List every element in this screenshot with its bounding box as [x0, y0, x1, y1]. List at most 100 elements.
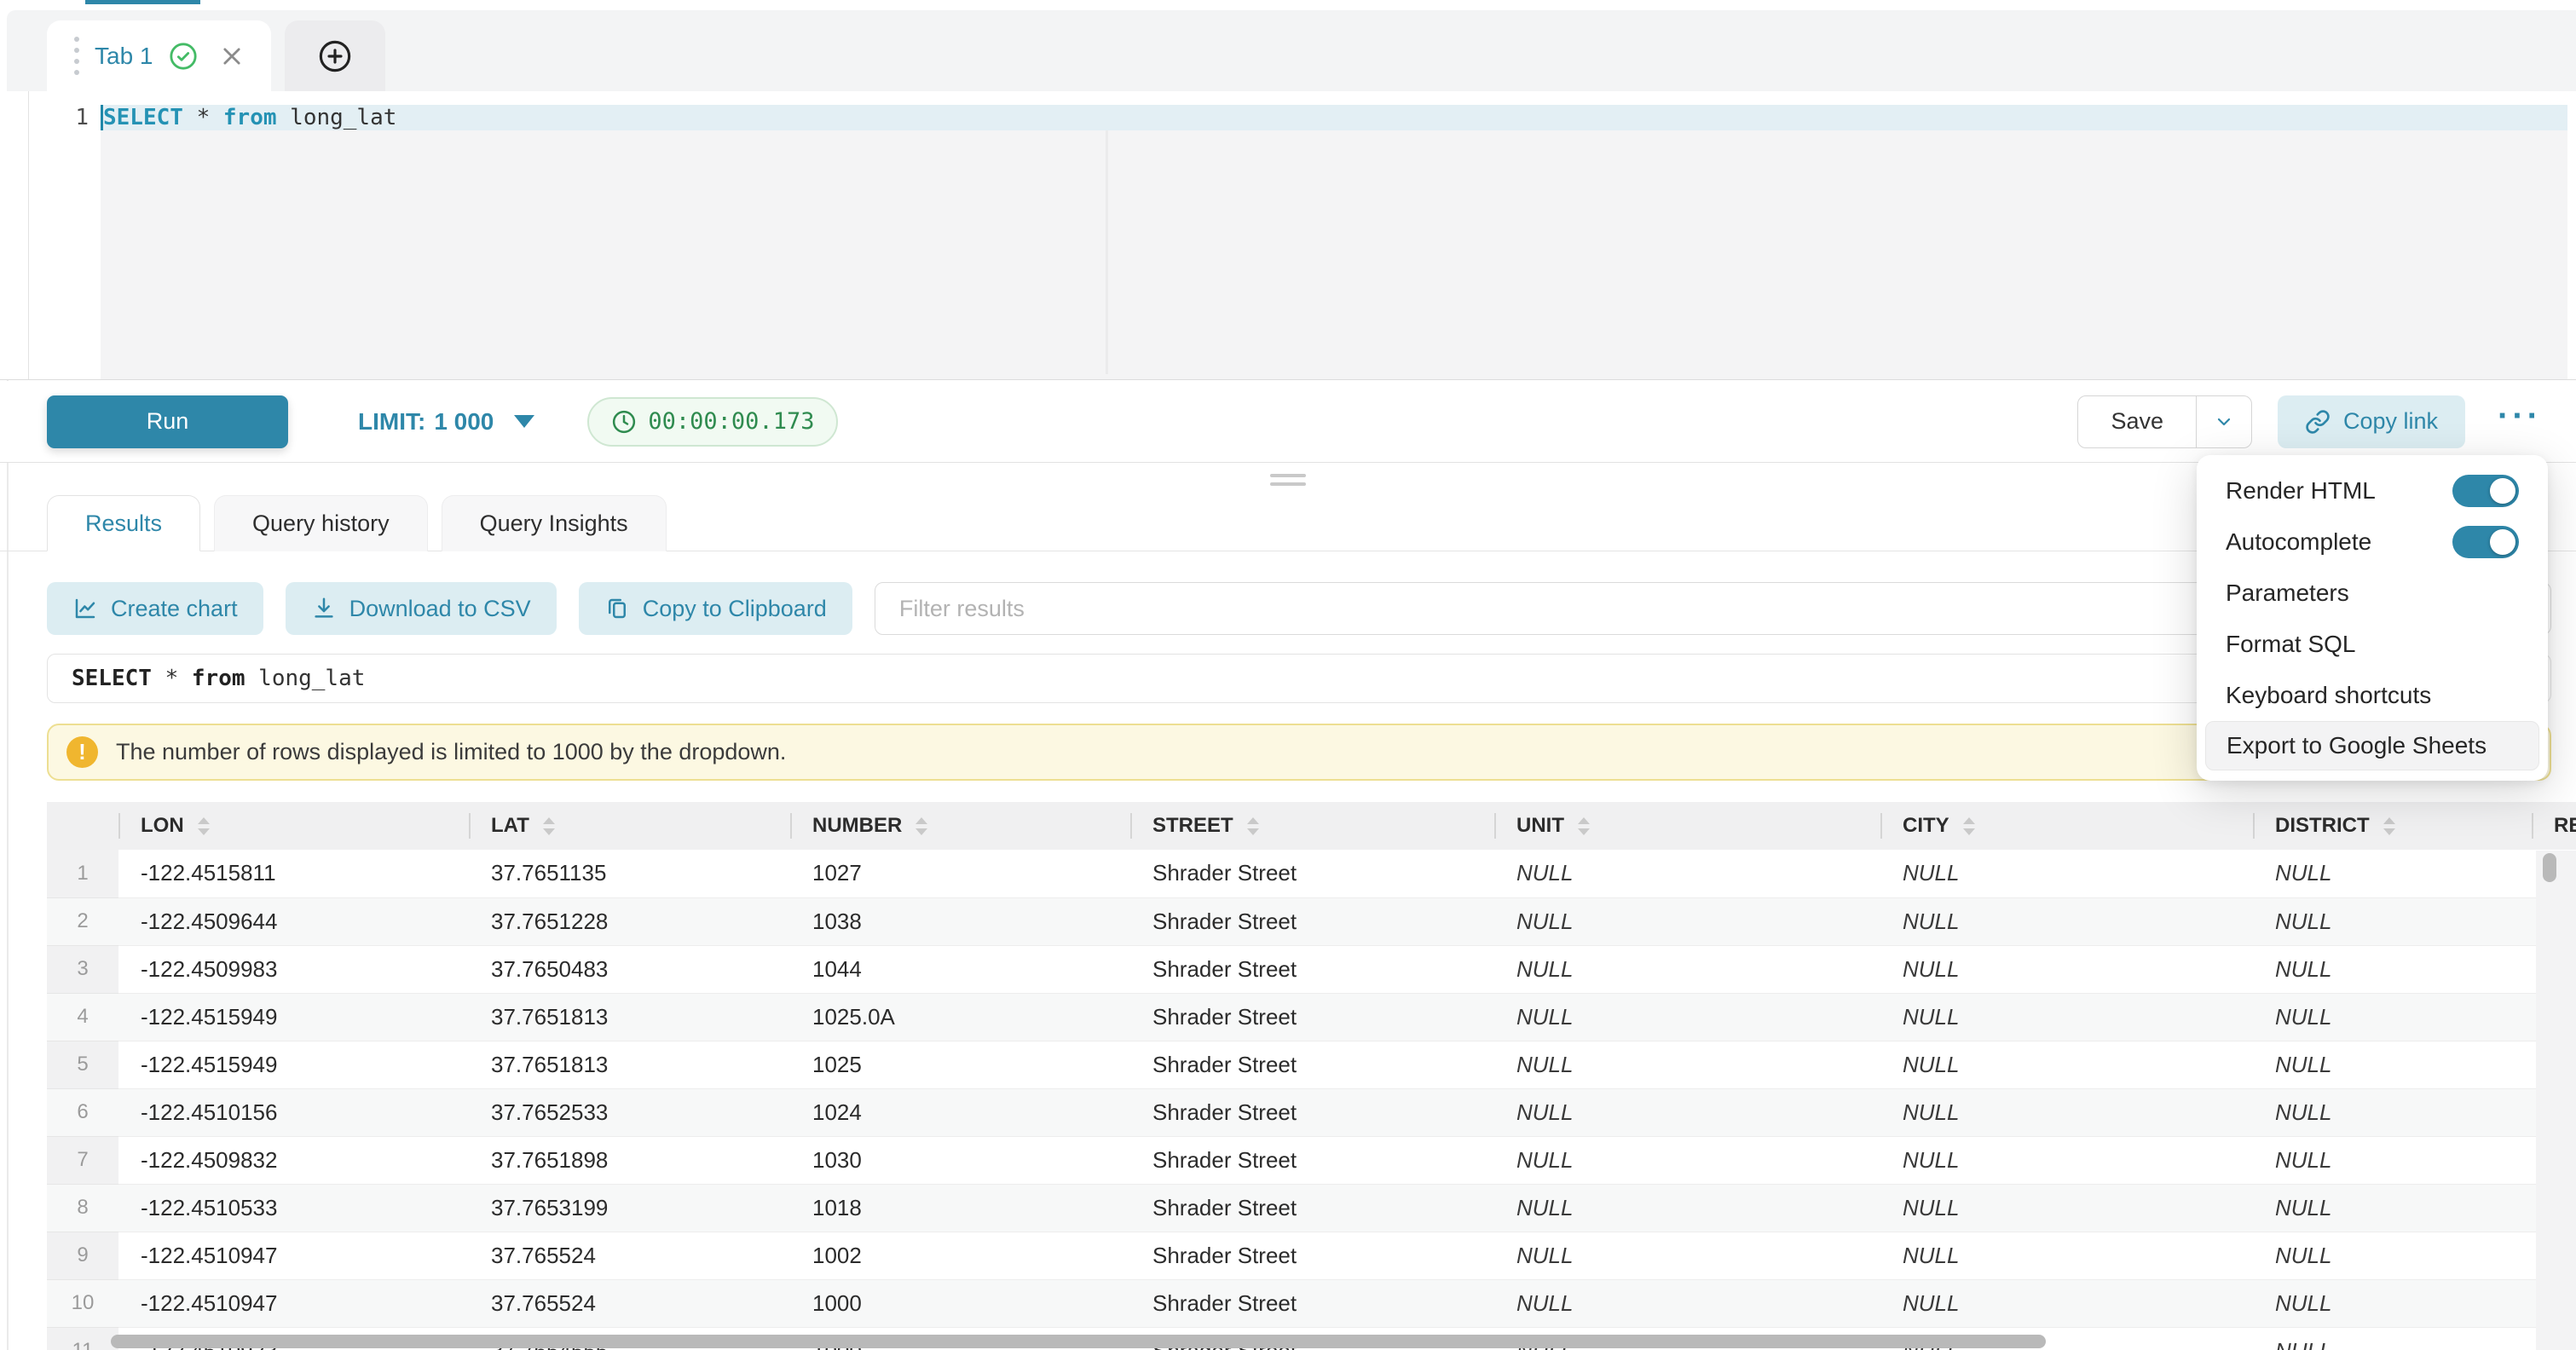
- table-cell: -122.4515949: [118, 993, 469, 1041]
- copy-link-button[interactable]: Copy link: [2278, 395, 2465, 448]
- copy-clipboard-button[interactable]: Copy to Clipboard: [579, 582, 852, 635]
- menu-item-autocomplete[interactable]: Autocomplete: [2197, 516, 2548, 568]
- column-label: STREET: [1152, 814, 1233, 837]
- more-options-button[interactable]: ···: [2491, 407, 2549, 436]
- row-number-cell: 5: [47, 1041, 118, 1088]
- sort-icon[interactable]: [1247, 817, 1259, 835]
- download-csv-button[interactable]: Download to CSV: [286, 582, 557, 635]
- table-cell: NULL: [1880, 1136, 2253, 1184]
- column-label: RE: [2554, 814, 2576, 837]
- table-cell: NULL: [1494, 897, 1880, 945]
- download-icon: [311, 596, 337, 621]
- table-cell: 1027: [790, 850, 1130, 897]
- table-body: 1-122.451581137.76511351027Shrader Stree…: [47, 850, 2576, 1350]
- table-cell: NULL: [1494, 850, 1880, 897]
- warning-icon: !: [66, 736, 98, 768]
- column-divider: [2532, 813, 2533, 839]
- column-divider: [1880, 813, 1882, 839]
- table-cell: Shrader Street: [1130, 993, 1494, 1041]
- menu-item-keyboard-shortcuts[interactable]: Keyboard shortcuts: [2197, 670, 2548, 721]
- column-header-city[interactable]: CITY: [1880, 802, 2253, 850]
- create-chart-label: Create chart: [111, 596, 238, 622]
- table-cell: 37.7651813: [469, 1041, 790, 1088]
- table-cell: -122.4510533: [118, 1184, 469, 1232]
- column-header-lon[interactable]: LON: [118, 802, 469, 850]
- column-header-lat[interactable]: LAT: [469, 802, 790, 850]
- vertical-scrollbar-track[interactable]: [2536, 851, 2576, 1350]
- sort-icon[interactable]: [1578, 817, 1590, 835]
- column-header-street[interactable]: STREET: [1130, 802, 1494, 850]
- vertical-scrollbar-thumb[interactable]: [2543, 853, 2556, 882]
- table-cell: 37.7651135: [469, 850, 790, 897]
- table-cell: NULL: [1880, 1232, 2253, 1279]
- new-tab-button[interactable]: [285, 20, 385, 91]
- menu-item-label: Parameters: [2226, 580, 2349, 607]
- table-cell: NULL: [1880, 850, 2253, 897]
- menu-item-format-sql[interactable]: Format SQL: [2197, 619, 2548, 670]
- menu-item-render-html[interactable]: Render HTML: [2197, 465, 2548, 516]
- clock-icon: [611, 409, 637, 435]
- menu-item-export-to-google-sheets[interactable]: Export to Google Sheets: [2205, 721, 2539, 770]
- column-header-unit[interactable]: UNIT: [1494, 802, 1880, 850]
- tab-results[interactable]: Results: [47, 495, 200, 551]
- table-cell: -122.4509832: [118, 1136, 469, 1184]
- menu-item-parameters[interactable]: Parameters: [2197, 568, 2548, 619]
- save-button[interactable]: Save: [2078, 396, 2197, 447]
- sort-icon[interactable]: [198, 817, 210, 835]
- sql-code-editor[interactable]: 1 SELECT * from long_lat: [0, 91, 2576, 380]
- tab-query-insights[interactable]: Query Insights: [442, 495, 667, 551]
- table-cell: NULL: [1494, 1184, 1880, 1232]
- column-divider: [1130, 813, 1132, 839]
- table-cell: Shrader Street: [1130, 1184, 1494, 1232]
- table-cell: NULL: [1880, 1184, 2253, 1232]
- table-cell: NULL: [1494, 945, 1880, 993]
- row-number-cell: 11: [47, 1327, 118, 1350]
- editor-tab-active[interactable]: Tab 1: [47, 20, 271, 91]
- line-number: 1: [29, 105, 89, 130]
- table-row: 8-122.451053337.76531991018Shrader Stree…: [47, 1184, 2576, 1232]
- chevron-down-icon: [2214, 412, 2234, 432]
- column-label: UNIT: [1516, 814, 1564, 837]
- panel-resize-handle[interactable]: [1270, 474, 1306, 486]
- table-cell: NULL: [1494, 993, 1880, 1041]
- table-cell: NULL: [2253, 993, 2532, 1041]
- table-cell: NULL: [2253, 1136, 2532, 1184]
- create-chart-button[interactable]: Create chart: [47, 582, 263, 635]
- results-table-container: LONLATNUMBERSTREETUNITCITYDISTRICTRE 1-1…: [47, 802, 2576, 1350]
- sort-icon[interactable]: [915, 817, 927, 835]
- table-cell: 1030: [790, 1136, 1130, 1184]
- run-button[interactable]: Run: [47, 395, 288, 448]
- table-cell: 1044: [790, 945, 1130, 993]
- table-cell: NULL: [1494, 1279, 1880, 1327]
- column-header-number[interactable]: NUMBER: [790, 802, 1130, 850]
- column-header-re[interactable]: RE: [2532, 802, 2576, 850]
- executed-sql-box: SELECT * from long_lat: [47, 654, 2551, 703]
- table-row: 7-122.450983237.76518981030Shrader Stree…: [47, 1136, 2576, 1184]
- table-cell: -122.4515811: [118, 850, 469, 897]
- table-cell: NULL: [2253, 1327, 2532, 1350]
- limit-dropdown[interactable]: LIMIT: 1 000: [358, 408, 534, 436]
- horizontal-scrollbar-thumb[interactable]: [111, 1335, 2046, 1348]
- table-cell: NULL: [1880, 1279, 2253, 1327]
- table-cell: NULL: [2253, 1041, 2532, 1088]
- close-tab-icon[interactable]: [220, 44, 244, 68]
- table-cell: 37.7651228: [469, 897, 790, 945]
- sort-icon[interactable]: [2383, 817, 2395, 835]
- tab-query-history[interactable]: Query history: [214, 495, 428, 551]
- sort-icon[interactable]: [543, 817, 555, 835]
- autocomplete-toggle[interactable]: [2452, 526, 2519, 558]
- sort-icon[interactable]: [1963, 817, 1975, 835]
- table-cell: NULL: [2253, 1184, 2532, 1232]
- editor-action-bar: Run LIMIT: 1 000 00:00:00.173 Save: [0, 381, 2576, 463]
- table-cell: Shrader Street: [1130, 1088, 1494, 1136]
- save-options-button[interactable]: [2197, 396, 2251, 447]
- render-html-toggle[interactable]: [2452, 475, 2519, 507]
- menu-item-label: Export to Google Sheets: [2227, 732, 2486, 759]
- download-csv-label: Download to CSV: [349, 596, 531, 622]
- drag-handle-icon[interactable]: [74, 37, 79, 75]
- active-code-line[interactable]: SELECT * from long_lat: [101, 105, 2567, 130]
- table-cell: Shrader Street: [1130, 1279, 1494, 1327]
- column-divider: [118, 813, 120, 839]
- column-header-district[interactable]: DISTRICT: [2253, 802, 2532, 850]
- warning-text: The number of rows displayed is limited …: [116, 739, 786, 765]
